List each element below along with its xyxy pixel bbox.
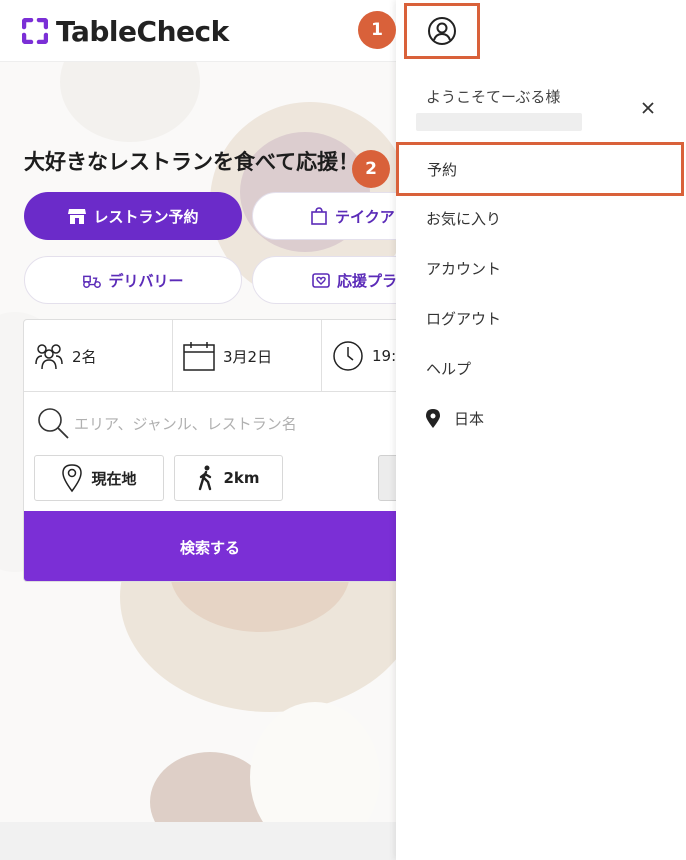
distance-chip[interactable]: 2km — [174, 455, 283, 501]
walking-person-icon — [199, 465, 212, 491]
date-value: 3月2日 — [223, 347, 273, 366]
search-placeholder: エリア、ジャンル、レストラン名 — [74, 414, 297, 433]
takeout-button[interactable]: テイクアウト — [252, 192, 396, 240]
search-submit-button[interactable]: 検索する — [24, 511, 396, 581]
location-pin-icon — [62, 464, 83, 493]
current-location-label: 現在地 — [91, 469, 137, 488]
reservation-options-row: 2名 3月2日 19:00 — [24, 320, 396, 392]
more-filters-chip[interactable] — [378, 455, 396, 501]
delivery-button[interactable]: デリバリー — [24, 256, 242, 304]
account-drawer: ようこそてーぶる様 予約 お気に入り アカウント ログアウト ヘルプ 日本 — [396, 0, 686, 860]
step-2-badge: 2 — [352, 150, 390, 188]
brand-name: TableCheck — [56, 14, 229, 48]
hero-tagline: 大好きなレストランを食べて応援！ — [24, 150, 360, 174]
distance-label: 2km — [223, 469, 260, 487]
top-header: TableCheck — [0, 0, 396, 62]
close-icon[interactable] — [638, 98, 658, 118]
support-plan-label: 応援プラン — [337, 271, 396, 290]
party-size-selector[interactable]: 2名 — [24, 320, 173, 392]
clock-icon — [333, 341, 363, 371]
menu-item-reservations[interactable]: 予約 — [427, 159, 457, 180]
menu-item-help[interactable]: ヘルプ — [426, 358, 471, 379]
location-pin-icon — [426, 408, 440, 428]
page-footer-strip — [0, 822, 396, 860]
current-location-chip[interactable]: 現在地 — [34, 455, 164, 501]
restaurant-reservation-label: レストラン予約 — [93, 207, 199, 226]
tablecheck-logo-icon — [22, 18, 48, 44]
masked-user-info — [416, 113, 582, 131]
takeout-label: テイクアウト — [335, 207, 396, 226]
menu-item-logout[interactable]: ログアウト — [426, 308, 501, 329]
support-heart-icon — [312, 273, 330, 288]
time-selector[interactable]: 19:00 — [322, 320, 396, 392]
support-plan-button[interactable]: 応援プラン — [252, 256, 396, 304]
date-selector[interactable]: 3月2日 — [173, 320, 322, 392]
home-page: TableCheck 大好きなレストランを食べて応援！ レストラン予約 テイクア… — [0, 0, 396, 860]
calendar-icon — [183, 342, 215, 371]
account-button[interactable] — [404, 3, 480, 59]
menu-item-account[interactable]: アカウント — [426, 258, 501, 279]
region-label: 日本 — [454, 410, 485, 428]
party-size-value: 2名 — [72, 347, 97, 366]
tablecheck-logo[interactable]: TableCheck — [22, 12, 229, 50]
welcome-message: ようこそてーぶる様 — [426, 88, 561, 106]
restaurant-reservation-button[interactable]: レストラン予約 — [24, 192, 242, 240]
search-icon — [38, 408, 69, 439]
search-card: 2名 3月2日 19:00 — [23, 319, 396, 582]
menu-item-favorites[interactable]: お気に入り — [426, 208, 501, 229]
takeout-bag-icon — [311, 207, 327, 225]
user-account-icon — [428, 17, 456, 45]
menu-item-region[interactable]: 日本 — [426, 408, 484, 429]
storefront-icon — [68, 209, 87, 224]
delivery-scooter-icon — [83, 275, 102, 288]
keyword-search-field[interactable]: エリア、ジャンル、レストラン名 — [36, 406, 297, 440]
time-value: 19:00 — [372, 347, 396, 365]
people-icon — [35, 344, 63, 370]
step-1-badge: 1 — [358, 11, 396, 49]
delivery-label: デリバリー — [108, 271, 184, 290]
